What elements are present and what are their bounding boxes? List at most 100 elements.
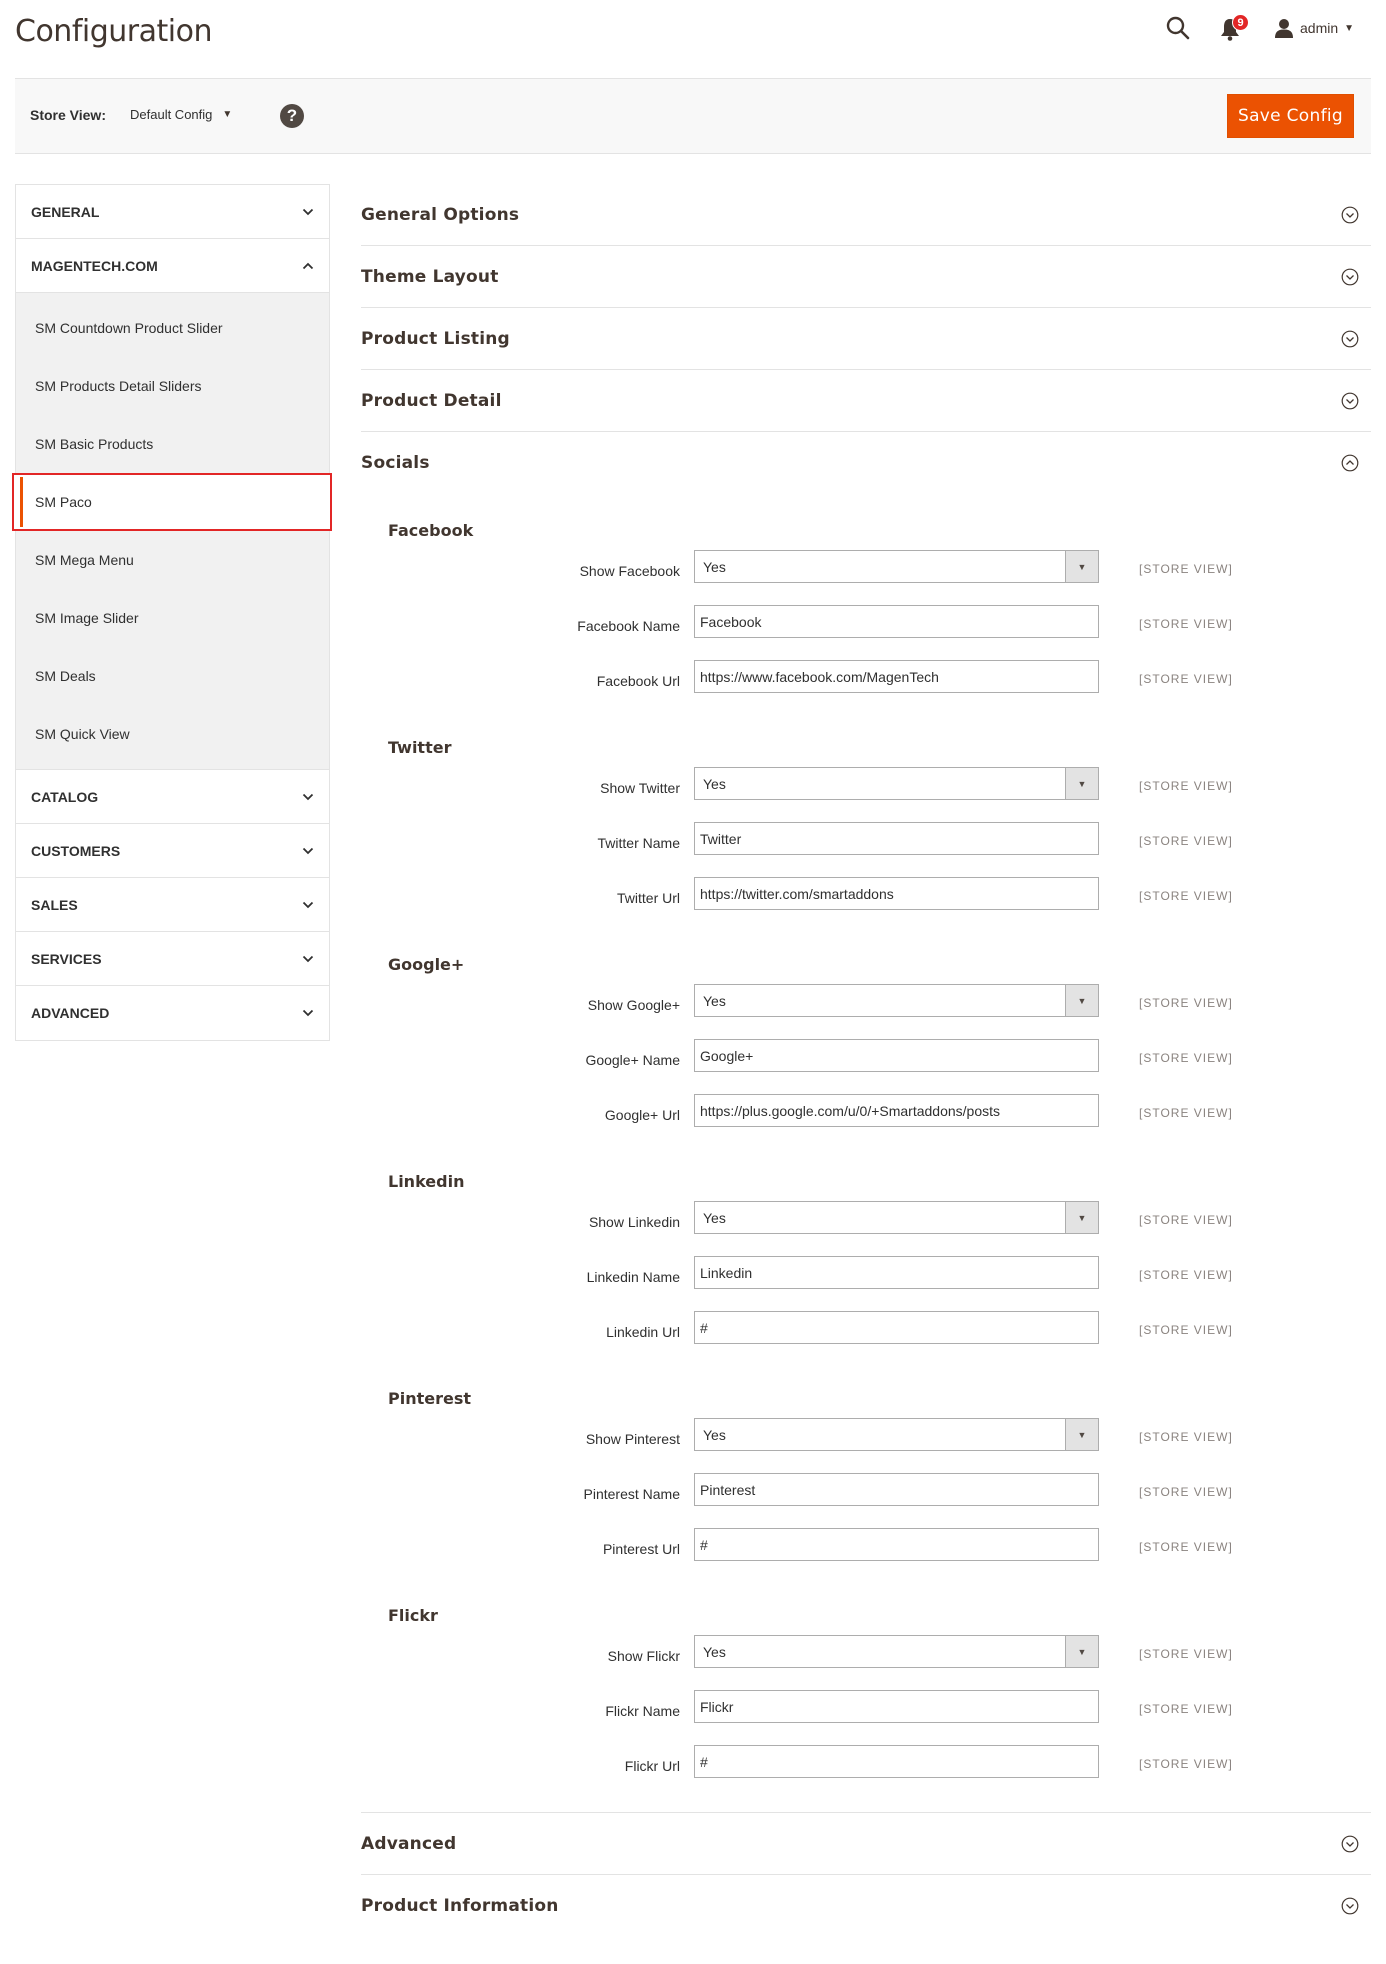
field-label: Show Linkedin — [588, 1214, 680, 1230]
store-view-value: Default Config — [130, 107, 213, 122]
social-group-flickr: Flickr Show Flickr Yes ▼ [STORE VIEW] Fl… — [361, 1587, 1371, 1796]
sidebar-section-services[interactable]: SERVICES — [16, 932, 329, 986]
show-linkedin-select[interactable]: Yes ▼ — [694, 1201, 1099, 1234]
section-advanced[interactable]: Advanced — [361, 1813, 1371, 1875]
user-menu[interactable]: admin ▼ — [1274, 17, 1354, 39]
show-pinterest-select[interactable]: Yes ▼ — [694, 1418, 1099, 1451]
scope-label: [STORE VIEW] — [1139, 1702, 1233, 1716]
twitter-name-input[interactable]: Twitter — [694, 822, 1099, 855]
config-sidebar: GENERAL MAGENTECH.COM SM Countdown Produ… — [12, 184, 332, 1041]
show-googleplus-select[interactable]: Yes ▼ — [694, 984, 1099, 1017]
facebook-name-input[interactable]: Facebook — [694, 605, 1099, 638]
field-row: Linkedin Name Linkedin [STORE VIEW] — [361, 1252, 1371, 1307]
scope-label: [STORE VIEW] — [1139, 834, 1233, 848]
show-flickr-select[interactable]: Yes ▼ — [694, 1635, 1099, 1668]
sidebar-item-quick-view[interactable]: SM Quick View — [16, 705, 329, 763]
field-row: Google+ Url https://plus.google.com/u/0/… — [361, 1090, 1371, 1145]
section-socials[interactable]: Socials — [361, 432, 1371, 494]
search-icon[interactable] — [1165, 15, 1191, 41]
chevron-down-icon — [302, 1009, 314, 1017]
expand-circle-icon — [1341, 206, 1359, 223]
sidebar-item-paco[interactable]: SM Paco — [12, 473, 332, 531]
section-title: Product Listing — [361, 328, 510, 349]
sidebar-section-advanced[interactable]: ADVANCED — [16, 986, 329, 1040]
scope-label: [STORE VIEW] — [1139, 672, 1233, 686]
googleplus-name-input[interactable]: Google+ — [694, 1039, 1099, 1072]
field-label: Flickr Url — [624, 1758, 680, 1774]
caret-down-icon: ▼ — [1065, 1636, 1098, 1667]
field-label: Show Twitter — [600, 780, 680, 796]
section-theme-layout[interactable]: Theme Layout — [361, 246, 1371, 308]
sidebar-section-label: GENERAL — [31, 203, 100, 220]
sidebar-item-deals[interactable]: SM Deals — [16, 647, 329, 705]
scope-label: [STORE VIEW] — [1139, 1647, 1233, 1661]
pinterest-name-input[interactable]: Pinterest — [694, 1473, 1099, 1506]
caret-down-icon: ▼ — [1065, 768, 1098, 799]
sidebar-section-label: SERVICES — [31, 950, 102, 967]
field-row: Pinterest Url # [STORE VIEW] — [361, 1524, 1371, 1579]
expand-circle-icon — [1341, 268, 1359, 285]
sidebar-item-countdown-product-slider[interactable]: SM Countdown Product Slider — [16, 299, 329, 357]
section-title: Theme Layout — [361, 266, 499, 287]
help-icon[interactable]: ? — [280, 104, 304, 128]
social-group-twitter: Twitter Show Twitter Yes ▼ [STORE VIEW] … — [361, 719, 1371, 928]
sidebar-section-catalog[interactable]: CATALOG — [16, 770, 329, 824]
section-title: General Options — [361, 204, 520, 225]
flickr-name-input[interactable]: Flickr — [694, 1690, 1099, 1723]
twitter-url-input[interactable]: https://twitter.com/smartaddons — [694, 877, 1099, 910]
field-label: Facebook Name — [577, 618, 680, 634]
sidebar-item-products-detail-sliders[interactable]: SM Products Detail Sliders — [16, 357, 329, 415]
scope-label: [STORE VIEW] — [1139, 889, 1233, 903]
store-view-switcher[interactable]: Default Config ▼ — [130, 107, 232, 122]
sidebar-section-label: ADVANCED — [31, 1005, 110, 1021]
sidebar-section-general[interactable]: GENERAL — [16, 185, 329, 239]
store-view-bar: Store View: Default Config ▼ ? Save Conf… — [15, 78, 1371, 154]
field-row: Google+ Name Google+ [STORE VIEW] — [361, 1035, 1371, 1090]
sidebar-section-customers[interactable]: CUSTOMERS — [16, 824, 329, 878]
select-value: Yes — [703, 1209, 726, 1226]
social-group-linkedin: Linkedin Show Linkedin Yes ▼ [STORE VIEW… — [361, 1153, 1371, 1362]
linkedin-name-input[interactable]: Linkedin — [694, 1256, 1099, 1289]
sidebar-section-magentech[interactable]: MAGENTECH.COM — [16, 239, 329, 293]
section-title: Product Detail — [361, 390, 502, 411]
googleplus-url-input[interactable]: https://plus.google.com/u/0/+Smartaddons… — [694, 1094, 1099, 1127]
sidebar-section-sales[interactable]: SALES — [16, 878, 329, 932]
field-row: Show Facebook Yes ▼ [STORE VIEW] — [361, 546, 1371, 601]
field-label: Linkedin Url — [606, 1324, 680, 1340]
section-general-options[interactable]: General Options — [361, 184, 1371, 246]
scope-label: [STORE VIEW] — [1139, 562, 1233, 576]
scope-label: [STORE VIEW] — [1139, 1323, 1233, 1337]
field-row: Show Pinterest Yes ▼ [STORE VIEW] — [361, 1414, 1371, 1469]
pinterest-url-input[interactable]: # — [694, 1528, 1099, 1561]
scope-label: [STORE VIEW] — [1139, 1051, 1233, 1065]
show-twitter-select[interactable]: Yes ▼ — [694, 767, 1099, 800]
show-facebook-select[interactable]: Yes ▼ — [694, 550, 1099, 583]
sidebar-item-image-slider[interactable]: SM Image Slider — [16, 589, 329, 647]
sidebar-item-mega-menu[interactable]: SM Mega Menu — [16, 531, 329, 589]
section-product-information[interactable]: Product Information — [361, 1875, 1371, 1937]
social-group-title: Facebook — [388, 521, 474, 540]
field-label: Show Google+ — [587, 997, 680, 1013]
field-label: Pinterest Url — [602, 1541, 680, 1557]
sidebar-item-basic-products[interactable]: SM Basic Products — [16, 415, 329, 473]
field-row: Flickr Name Flickr [STORE VIEW] — [361, 1686, 1371, 1741]
field-row: Facebook Url https://www.facebook.com/Ma… — [361, 656, 1371, 711]
field-label: Google+ Name — [585, 1052, 680, 1068]
section-product-detail[interactable]: Product Detail — [361, 370, 1371, 432]
sidebar-section-label: SALES — [31, 896, 78, 913]
save-config-button[interactable]: Save Config — [1227, 94, 1354, 138]
sidebar-section-label: MAGENTECH.COM — [31, 257, 158, 274]
sidebar-submenu-magentech: SM Countdown Product Slider SM Products … — [12, 293, 332, 770]
flickr-url-input[interactable]: # — [694, 1745, 1099, 1778]
field-label: Pinterest Name — [583, 1486, 680, 1502]
field-row: Show Linkedin Yes ▼ [STORE VIEW] — [361, 1197, 1371, 1252]
config-main: General Options Theme Layout Product Lis… — [361, 184, 1371, 1937]
linkedin-url-input[interactable]: # — [694, 1311, 1099, 1344]
caret-down-icon: ▼ — [1065, 551, 1098, 582]
facebook-url-input[interactable]: https://www.facebook.com/MagenTech — [694, 660, 1099, 693]
social-group-title: Google+ — [388, 955, 465, 974]
scope-label: [STORE VIEW] — [1139, 1106, 1233, 1120]
caret-down-icon: ▼ — [1065, 1419, 1098, 1450]
scope-label: [STORE VIEW] — [1139, 1485, 1233, 1499]
section-product-listing[interactable]: Product Listing — [361, 308, 1371, 370]
